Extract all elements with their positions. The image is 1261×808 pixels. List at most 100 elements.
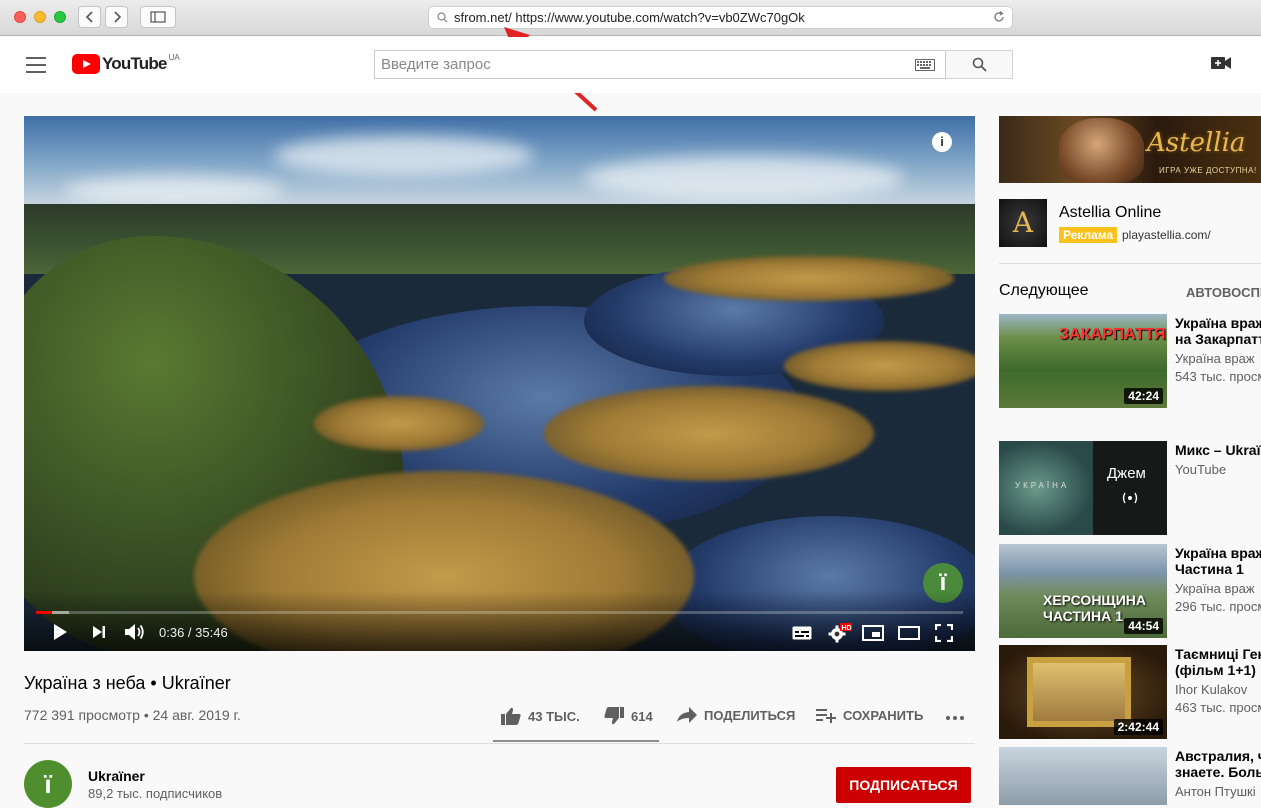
video-reeds (784, 341, 975, 391)
forward-button[interactable] (105, 6, 128, 28)
back-button[interactable] (78, 6, 101, 28)
duration-badge: 42:24 (1124, 388, 1163, 404)
cloud (64, 176, 284, 206)
browser-toolbar: sfrom.net/ https://www.youtube.com/watch… (0, 0, 1261, 36)
video-thumbnail: 2:42:44 (999, 645, 1167, 739)
more-actions-icon[interactable] (946, 716, 964, 720)
info-card-icon[interactable]: i (932, 132, 952, 152)
thumbs-down-icon (604, 707, 624, 725)
rec-title: Таємниці Ген (1175, 646, 1261, 662)
ad-logo-thumbnail[interactable]: A (999, 199, 1047, 247)
video-thumbnail: УКРАЇНА Джем (999, 441, 1167, 535)
rec-title: Україна враж (1175, 315, 1261, 331)
rec-views: 296 тыс. просм (1175, 599, 1261, 614)
ad-logo: Astellia (1147, 128, 1246, 158)
rec-channel: Україна враж (1175, 581, 1255, 596)
time-display: 0:36 / 35:46 (159, 625, 228, 640)
menu-icon[interactable] (26, 57, 46, 73)
share-button[interactable]: ПОДЕЛИТЬСЯ (677, 707, 795, 723)
list-item[interactable]: ХЕРСОНЩИНА ЧАСТИНА 1 44:54 Україна враж … (999, 544, 1261, 638)
mix-radio-icon (1122, 492, 1138, 504)
close-window-button[interactable] (14, 11, 26, 23)
list-item[interactable]: ЗАКАРПАТТЯ 42:24 Україна враж на Закарпа… (999, 314, 1261, 408)
search-placeholder: Введите запрос (381, 56, 491, 73)
ad-tagline: ИГРА УЖЕ ДОСТУПНА! (1159, 166, 1257, 175)
miniplayer-icon[interactable] (862, 625, 884, 641)
create-video-icon[interactable] (1211, 56, 1231, 70)
cloud (584, 156, 904, 201)
subtitles-icon[interactable] (792, 626, 812, 640)
divider (999, 263, 1261, 264)
video-player[interactable]: i ї 0:36 / 35:46 HD (24, 116, 975, 651)
rec-channel: YouTube (1175, 462, 1227, 477)
rec-title: Австралия, ч (1175, 748, 1261, 764)
subscriber-count: 89,2 тыс. подписчиков (88, 786, 223, 801)
svg-text:HD: HD (842, 625, 852, 632)
rec-title: Україна враж (1175, 545, 1261, 561)
video-title: Україна з неба • Ukraїner (24, 673, 231, 693)
like-count: 43 ТЫС. (528, 708, 580, 724)
keyboard-icon[interactable] (915, 58, 935, 71)
list-item[interactable]: УКРАЇНА Джем Микс – Ukraï YouTube (999, 441, 1261, 535)
duration-badge: 2:42:44 (1113, 719, 1163, 735)
like-button[interactable]: 43 ТЫС. (501, 707, 580, 725)
sidebar-toggle-button[interactable] (140, 6, 176, 28)
list-item[interactable]: Австралия, ч знаете. Боль Антон Птушкі (999, 747, 1261, 805)
ad-banner[interactable]: Astellia ИГРА УЖЕ ДОСТУПНА! (999, 116, 1261, 183)
fullscreen-icon[interactable] (935, 624, 953, 642)
channel-name[interactable]: Ukraїner (88, 768, 145, 784)
list-item[interactable]: 2:42:44 Таємниці Ген (фільм 1+1) Ihor Ku… (999, 645, 1261, 739)
search-button[interactable] (946, 50, 1013, 79)
share-label: ПОДЕЛИТЬСЯ (704, 707, 796, 723)
painting-image (1027, 657, 1131, 727)
rec-channel: Ihor Kulakov (1175, 682, 1248, 697)
logo-text: YouTube (102, 54, 167, 73)
youtube-play-icon (72, 54, 100, 74)
sentiment-bar (493, 740, 659, 742)
rec-channel: Антон Птушкі (1175, 784, 1256, 799)
video-thumbnail: ХЕРСОНЩИНА ЧАСТИНА 1 44:54 (999, 544, 1167, 638)
search-input[interactable]: Введите запрос (374, 50, 946, 79)
sidebar-icon (150, 11, 166, 23)
next-icon[interactable] (92, 625, 106, 639)
minimize-window-button[interactable] (34, 11, 46, 23)
video-reeds (314, 396, 484, 451)
ad-title[interactable]: Astellia Online (1059, 204, 1161, 222)
save-button[interactable]: СОХРАНИТЬ (816, 707, 923, 723)
subscribe-button[interactable]: ПОДПИСАТЬСЯ (836, 767, 971, 803)
chevron-left-icon (85, 11, 93, 23)
rec-views: 543 тыс. просм (1175, 369, 1261, 384)
rec-title-line2: на Закарпатт (1175, 331, 1261, 347)
thumbnail-text: ЗАКАРПАТТЯ (1059, 326, 1166, 343)
rec-title-line2: (фільм 1+1) (1175, 662, 1256, 678)
ad-url[interactable]: playastellia.com/ (1122, 228, 1211, 242)
rec-title-line2: Частина 1 (1175, 561, 1244, 577)
thumbnail-text: Джем (1107, 465, 1146, 482)
thumbnail-subtext: УКРАЇНА (1015, 481, 1070, 490)
cloud (274, 136, 534, 176)
progress-played (36, 611, 52, 614)
masthead: YouTube UA Введите запрос (0, 37, 1261, 93)
dislike-button[interactable]: 614 (604, 707, 653, 725)
play-icon[interactable] (52, 623, 68, 641)
volume-icon[interactable] (124, 623, 146, 641)
rec-title-line2: знаете. Боль (1175, 764, 1261, 780)
youtube-logo[interactable]: YouTube UA (72, 53, 180, 74)
search-icon (972, 57, 987, 72)
settings-icon[interactable]: HD (828, 623, 852, 643)
address-url: https://www.youtube.com/watch?v=vb0ZWc70… (515, 10, 805, 25)
ad-badge: Реклама (1059, 227, 1118, 243)
up-next-heading: Следующее (999, 282, 1089, 299)
search-icon (437, 12, 448, 23)
save-label: СОХРАНИТЬ (843, 707, 924, 723)
reload-icon[interactable] (992, 10, 1006, 24)
progress-bar[interactable] (36, 611, 963, 614)
dislike-count: 614 (631, 708, 653, 724)
zoom-window-button[interactable] (54, 11, 66, 23)
thumbs-up-icon (501, 707, 521, 725)
channel-avatar[interactable]: ї (24, 760, 72, 808)
autoplay-label[interactable]: АВТОВОСПР (1186, 285, 1261, 300)
theater-mode-icon[interactable] (898, 625, 920, 641)
video-thumbnail (999, 747, 1167, 805)
rec-views: 463 тыс. просм (1175, 700, 1261, 715)
